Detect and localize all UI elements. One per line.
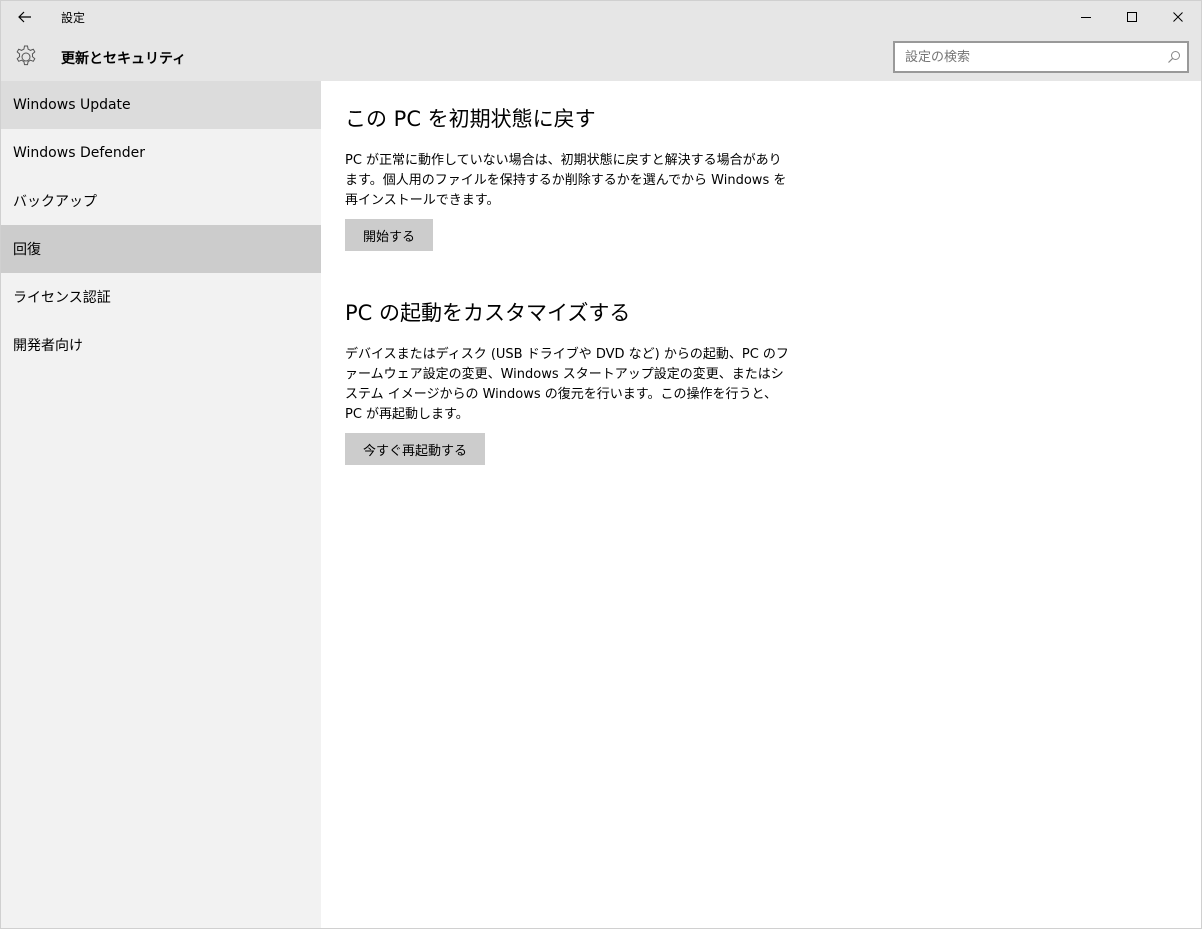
sidebar-item-recovery[interactable]: 回復 — [1, 225, 321, 273]
back-button[interactable] — [1, 1, 49, 33]
page-title: 更新とセキュリティ — [61, 51, 187, 67]
main-content: この PC を初期状態に戻す PC が正常に動作していない場合は、初期状態に戻す… — [321, 81, 1201, 928]
gear-icon — [16, 45, 36, 66]
restart-now-button[interactable]: 今すぐ再起動する — [345, 433, 486, 465]
window-title: 設定 — [61, 11, 86, 25]
page-header: 更新とセキュリティ — [1, 33, 1201, 81]
advanced-startup-description: デバイスまたはディスク (USB ドライブや DVD など) からの起動、PC … — [345, 347, 789, 422]
settings-window: 設定 更新とセキュリティ 設定の検索 Windows Update Window… — [0, 0, 1202, 929]
sidebar: Windows Update Windows Defender バックアップ 回… — [1, 81, 321, 928]
search-icon[interactable] — [1167, 50, 1181, 64]
reset-pc-section: この PC を初期状態に戻す PC が正常に動作していない場合は、初期状態に戻す… — [345, 105, 793, 251]
maximize-icon — [1127, 12, 1137, 22]
reset-pc-title: この PC を初期状態に戻す — [345, 107, 596, 131]
advanced-startup-section: PC の起動をカスタマイズする デバイスまたはディスク (USB ドライブや D… — [345, 299, 793, 465]
reset-pc-description: PC が正常に動作していない場合は、初期状態に戻すと解決する場合があります。個人… — [345, 153, 787, 208]
sidebar-item-backup[interactable]: バックアップ — [1, 177, 321, 225]
back-arrow-icon — [18, 11, 31, 23]
minimize-button[interactable] — [1063, 1, 1109, 33]
maximize-button[interactable] — [1109, 1, 1155, 33]
get-started-button[interactable]: 開始する — [345, 219, 434, 251]
minimize-icon — [1081, 17, 1091, 18]
advanced-startup-title: PC の起動をカスタマイズする — [345, 301, 631, 325]
sidebar-item-activation[interactable]: ライセンス認証 — [1, 273, 321, 321]
close-button[interactable] — [1155, 1, 1201, 33]
sidebar-item-developers[interactable]: 開発者向け — [1, 321, 321, 369]
search-input[interactable] — [895, 43, 1155, 71]
sidebar-item-windows-defender[interactable]: Windows Defender — [1, 129, 321, 177]
close-icon — [1173, 12, 1183, 22]
search-box[interactable] — [893, 41, 1189, 73]
sidebar-item-windows-update[interactable]: Windows Update — [1, 81, 321, 129]
title-bar: 設定 — [1, 1, 1201, 33]
